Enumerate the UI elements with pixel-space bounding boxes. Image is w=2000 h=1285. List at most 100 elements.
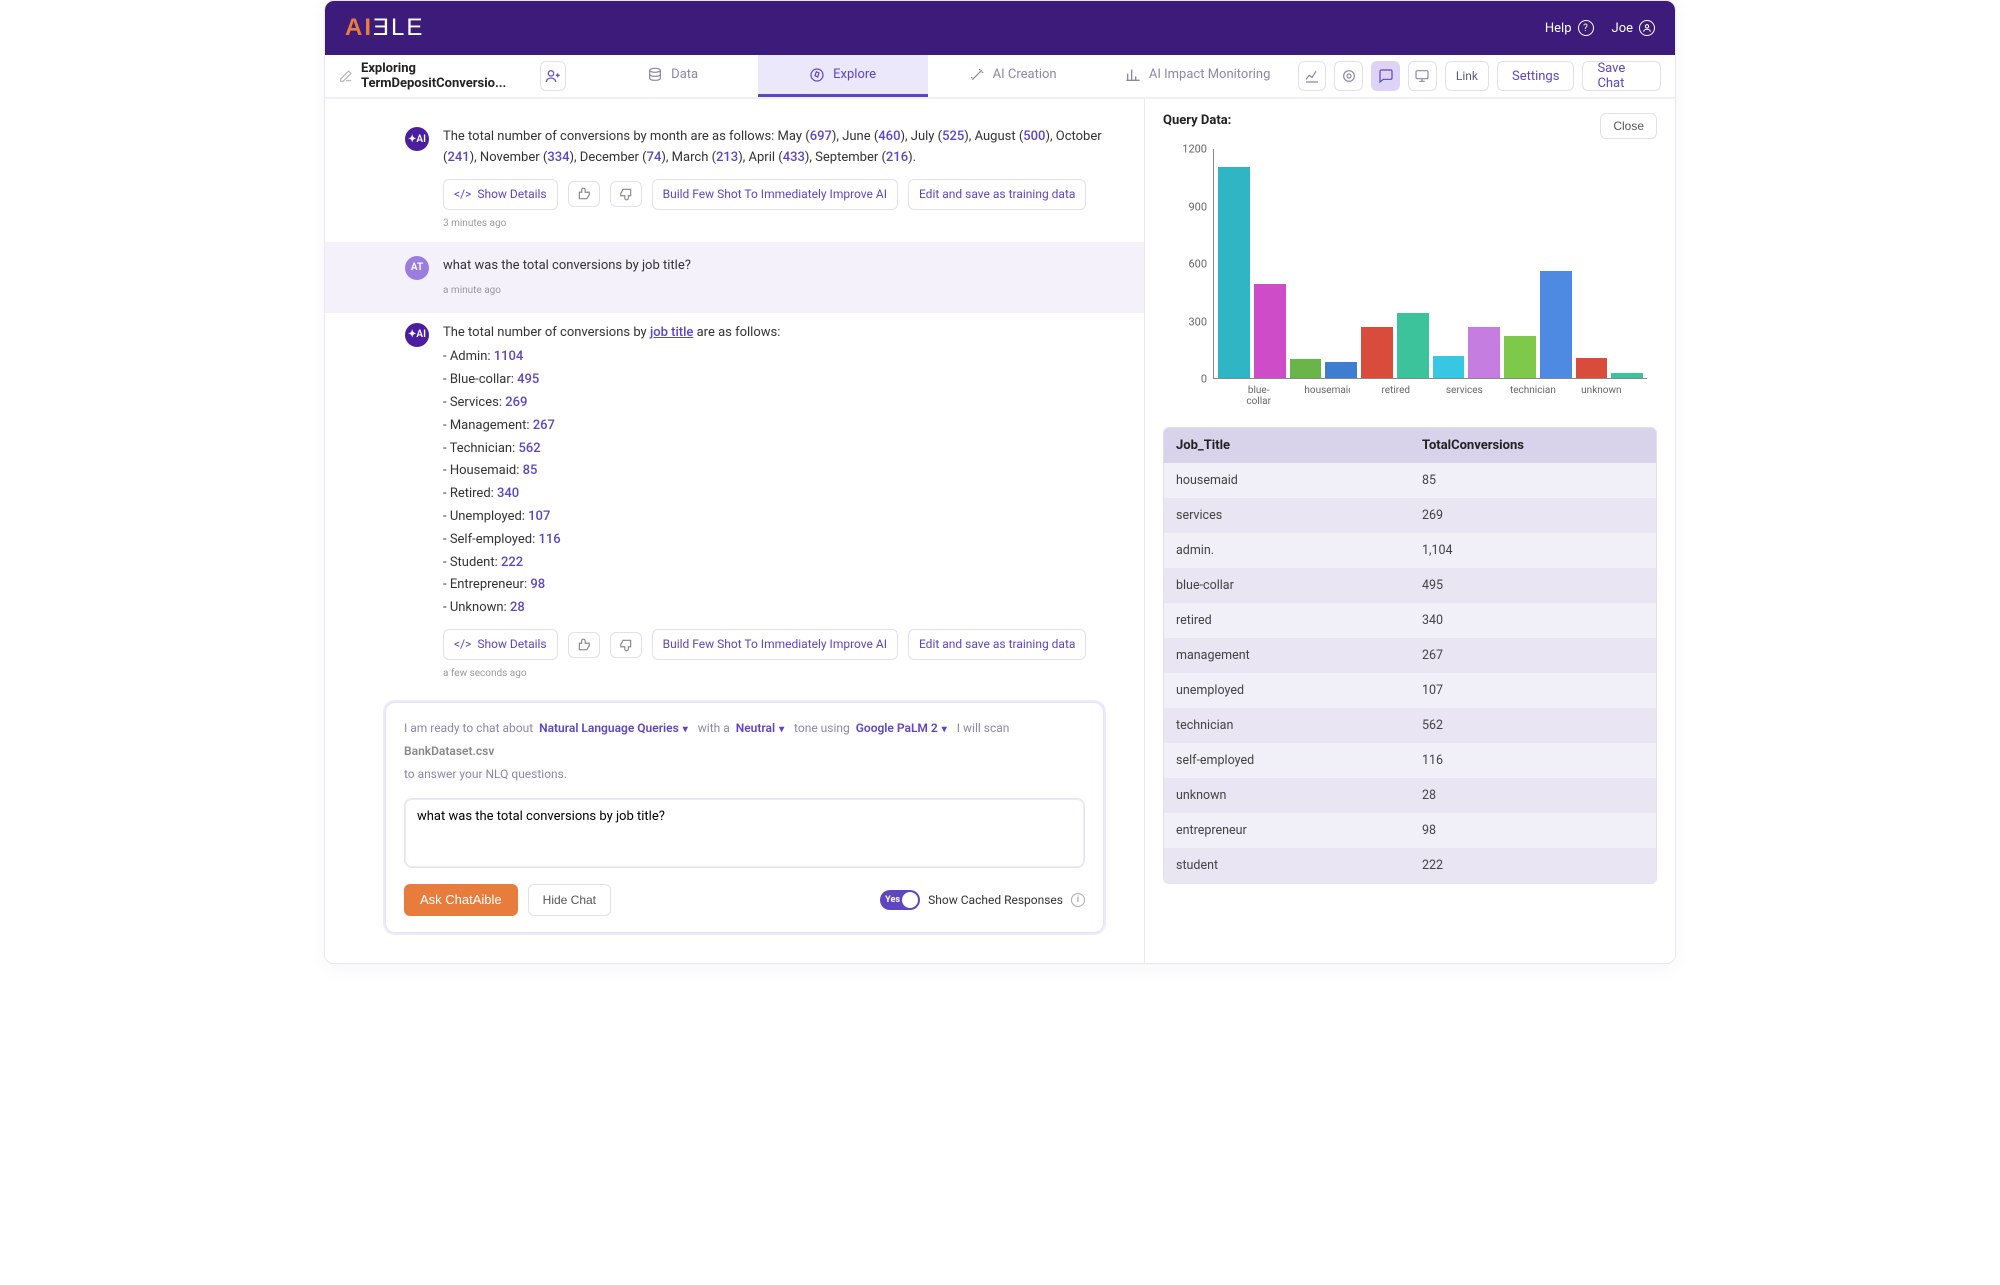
thumbs-up-button[interactable] <box>568 632 600 658</box>
table-row: admin.1,104 <box>1164 533 1656 568</box>
list-item: - Management: 267 <box>443 416 1086 437</box>
thumbs-down-button[interactable] <box>610 181 642 207</box>
chart-bar <box>1397 313 1429 378</box>
table-row: services269 <box>1164 498 1656 533</box>
edit-icon[interactable] <box>339 69 353 83</box>
user-icon <box>1639 20 1655 36</box>
list-item: - Technician: 562 <box>443 439 1086 460</box>
list-item: - Unknown: 28 <box>443 598 1086 619</box>
panel-title: Query Data: <box>1163 113 1231 128</box>
chart-bar <box>1290 359 1322 378</box>
list-item: - Blue-collar: 495 <box>443 370 1086 391</box>
save-chat-button[interactable]: Save Chat <box>1582 61 1661 91</box>
chart-bar <box>1325 362 1357 378</box>
user-avatar: AT <box>405 256 429 280</box>
ai-message: ✦AI The total number of conversions by j… <box>325 313 1144 693</box>
cached-toggle[interactable]: Yes <box>880 890 920 910</box>
chevron-down-icon: ▾ <box>679 724 692 735</box>
user-name: Joe <box>1612 21 1633 36</box>
add-user-button[interactable] <box>540 61 566 91</box>
show-details-button[interactable]: </>Show Details <box>443 179 558 210</box>
job-title-list: - Admin: 1104- Blue-collar: 495- Service… <box>443 347 1086 619</box>
close-button[interactable]: Close <box>1600 113 1657 139</box>
query-data-panel: Query Data: Close 03006009001200 blue-co… <box>1145 99 1675 963</box>
breadcrumb: Exploring TermDepositConversio... <box>339 55 576 97</box>
compass-icon <box>809 67 825 83</box>
tab-explore[interactable]: Explore <box>758 55 928 97</box>
chart-bar <box>1218 167 1250 378</box>
col-job-title: Job_Title <box>1164 428 1410 463</box>
help-label: Help <box>1545 21 1572 36</box>
tone-dropdown[interactable]: Neutral▾ <box>736 721 788 735</box>
settings-button[interactable]: Settings <box>1497 61 1574 91</box>
logo: AIƎLE <box>345 14 424 42</box>
dataset-name: BankDataset.csv <box>404 744 494 758</box>
chart-bar <box>1468 327 1500 378</box>
table-row: blue-collar495 <box>1164 568 1656 603</box>
table-row: management267 <box>1164 638 1656 673</box>
tab-row: Exploring TermDepositConversio... Data E… <box>325 55 1675 99</box>
chart-bar <box>1540 271 1572 378</box>
tab-monitoring[interactable]: AI Impact Monitoring <box>1098 55 1298 97</box>
bar-chart-icon <box>1125 67 1141 83</box>
table-row: technician562 <box>1164 708 1656 743</box>
tool-chat-active[interactable] <box>1371 61 1400 91</box>
link-button[interactable]: Link <box>1445 61 1489 91</box>
help-icon: ? <box>1578 20 1594 36</box>
table-row: self-employed116 <box>1164 743 1656 778</box>
table-row: entrepreneur98 <box>1164 813 1656 848</box>
data-table: Job_Title TotalConversions housemaid85se… <box>1163 427 1657 884</box>
list-item: - Self-employed: 116 <box>443 530 1086 551</box>
x-tick: blue-collar <box>1236 381 1282 409</box>
ai-avatar: ✦AI <box>405 323 429 347</box>
model-dropdown[interactable]: Google PaLM 2▾ <box>856 721 951 735</box>
breadcrumb-title: Exploring TermDepositConversio... <box>361 61 532 91</box>
user-question: what was the total conversions by job ti… <box>443 256 691 277</box>
ask-button[interactable]: Ask ChatAible <box>404 884 518 916</box>
tab-ai-creation[interactable]: AI Creation <box>928 55 1098 97</box>
timestamp: a minute ago <box>443 283 691 299</box>
build-few-shot-button[interactable]: Build Few Shot To Immediately Improve AI <box>652 179 898 210</box>
wand-icon <box>969 67 985 83</box>
y-tick: 900 <box>1188 200 1207 213</box>
tab-data[interactable]: Data <box>588 55 758 97</box>
list-item: - Entrepreneur: 98 <box>443 575 1086 596</box>
timestamp: a few seconds ago <box>443 666 1086 682</box>
list-item: - Retired: 340 <box>443 484 1086 505</box>
thumbs-up-button[interactable] <box>568 181 600 207</box>
edit-save-training-button[interactable]: Edit and save as training data <box>908 179 1086 210</box>
x-tick: services <box>1441 381 1487 409</box>
chat-log: ✦AI The total number of conversions by m… <box>325 99 1144 702</box>
build-few-shot-button[interactable]: Build Few Shot To Immediately Improve AI <box>652 629 898 660</box>
show-details-button[interactable]: </>Show Details <box>443 629 558 660</box>
composer: I am ready to chat about Natural Languag… <box>385 702 1104 932</box>
edit-save-training-button[interactable]: Edit and save as training data <box>908 629 1086 660</box>
tool-target[interactable] <box>1334 61 1363 91</box>
y-tick: 1200 <box>1182 143 1207 156</box>
x-tick: unknown <box>1579 381 1625 409</box>
list-item: - Student: 222 <box>443 553 1086 574</box>
job-title-link[interactable]: job title <box>650 325 693 340</box>
info-icon[interactable]: i <box>1071 893 1085 907</box>
timestamp: 3 minutes ago <box>443 216 1104 232</box>
ai-avatar: ✦AI <box>405 127 429 151</box>
x-tick: retired <box>1373 381 1419 409</box>
table-row: student222 <box>1164 848 1656 883</box>
nlq-dropdown[interactable]: Natural Language Queries▾ <box>539 721 692 735</box>
help-link[interactable]: Help ? <box>1545 20 1594 36</box>
list-item: - Housemaid: 85 <box>443 461 1086 482</box>
chart-bar <box>1504 336 1536 378</box>
tool-line-chart[interactable] <box>1298 61 1327 91</box>
ai-message: ✦AI The total number of conversions by m… <box>325 117 1144 242</box>
list-item: - Admin: 1104 <box>443 347 1086 368</box>
thumbs-down-button[interactable] <box>610 632 642 658</box>
bar-chart: 03006009001200 blue-collarhousemaidretir… <box>1163 149 1657 409</box>
ready-line: I am ready to chat about Natural Languag… <box>404 717 1085 785</box>
x-tick: technician <box>1510 381 1556 409</box>
tool-monitor[interactable] <box>1408 61 1437 91</box>
hide-chat-button[interactable]: Hide Chat <box>528 884 611 916</box>
y-tick: 300 <box>1188 315 1207 328</box>
question-input[interactable] <box>404 798 1085 868</box>
chart-bar <box>1611 373 1643 378</box>
user-menu[interactable]: Joe <box>1612 20 1655 36</box>
